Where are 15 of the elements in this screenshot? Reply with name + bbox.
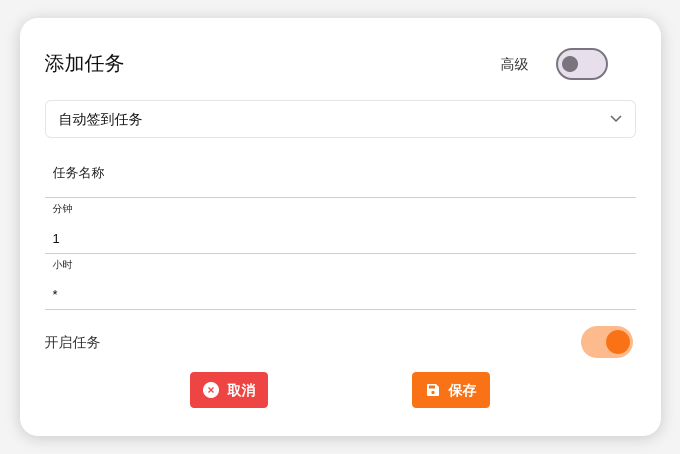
text-field[interactable]: 任务名称 [52,162,628,182]
save-icon [426,383,440,397]
task-type-select[interactable]: 自动签到任务 [44,100,636,138]
enable-toggle[interactable] [580,326,632,358]
text-field[interactable]: * [52,285,628,304]
advanced-label: 高级 [500,54,528,74]
text-field[interactable]: 1 [52,229,628,248]
advanced-toggle[interactable] [556,48,608,80]
field-label: 小时 [52,258,72,273]
field-label: 分钟 [52,202,72,217]
dialog-title: 添加任务 [44,52,126,77]
close-circle-icon [202,382,218,398]
cancel-button[interactable]: 取消 [190,372,268,408]
chevron-down-icon [610,115,622,123]
enable-label: 开启任务 [44,332,100,352]
